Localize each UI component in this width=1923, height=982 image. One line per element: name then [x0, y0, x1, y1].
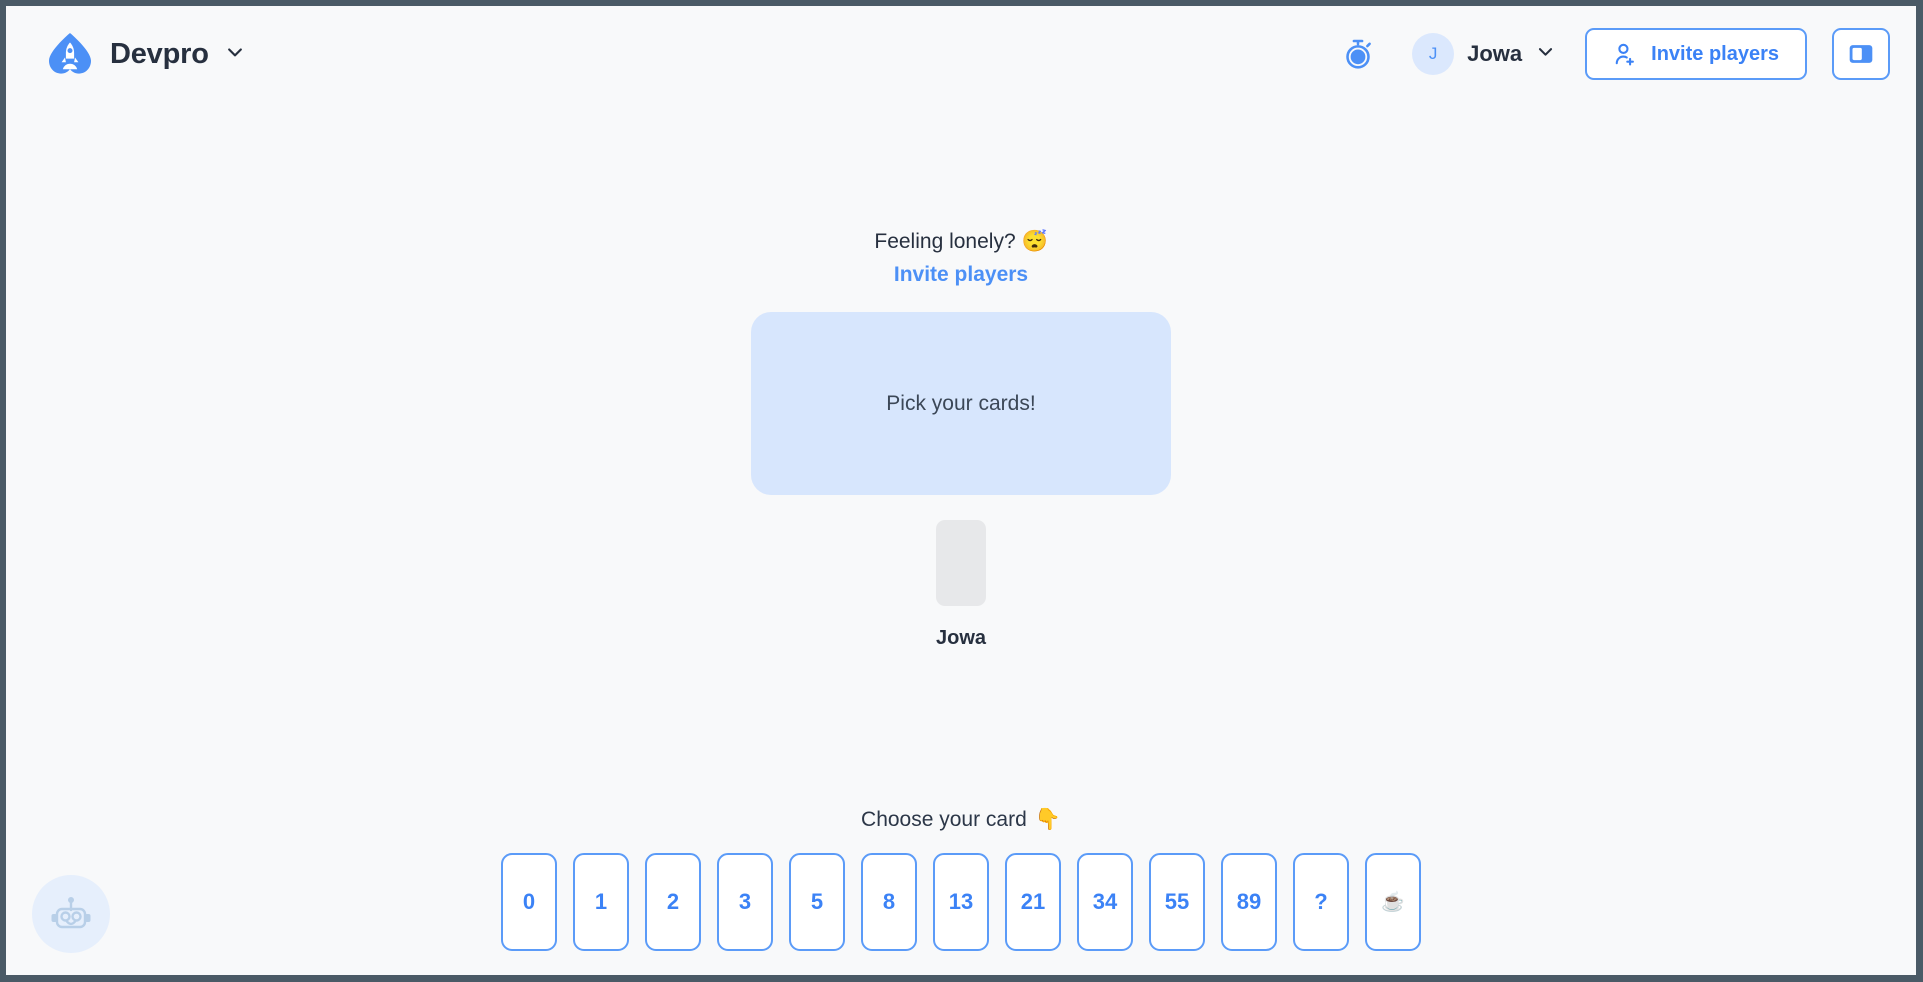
deck-card-8[interactable]: 8 — [861, 853, 917, 951]
player-name: Jowa — [935, 627, 987, 649]
pointing-down-emoji: 👇 — [1034, 808, 1061, 831]
lonely-message: Feeling lonely? 😴 — [874, 230, 1048, 253]
stopwatch-icon[interactable] — [1332, 28, 1384, 80]
deck-card-5[interactable]: 5 — [789, 853, 845, 951]
deck-card-2[interactable]: 2 — [645, 853, 701, 951]
robot-icon — [47, 890, 95, 938]
app-header: Devpro J Jowa Invite players — [6, 6, 1916, 102]
deck-card-55[interactable]: 55 — [1149, 853, 1205, 951]
bot-assistant-button[interactable] — [32, 875, 110, 953]
brand-menu[interactable]: Devpro — [46, 30, 245, 78]
players-row: Jowa — [6, 520, 1916, 650]
reveal-panel-text: Pick your cards! — [886, 391, 1036, 415]
deck-zone: Choose your card 👇 0 1 2 3 5 8 13 21 34 55 89? ☕ — [6, 808, 1916, 951]
user-menu[interactable]: J Jowa — [1412, 33, 1555, 75]
chevron-down-icon[interactable] — [225, 42, 245, 67]
header-actions: J Jowa Invite players — [1332, 28, 1890, 80]
brand-name: Devpro — [110, 37, 209, 70]
deck-prompt-label: Choose your card — [861, 808, 1027, 831]
user-add-icon — [1613, 42, 1638, 67]
invite-players-button-label: Invite players — [1651, 42, 1779, 65]
player-card-placeholder — [936, 520, 986, 606]
game-board: Feeling lonely? 😴 Invite players Pick yo… — [6, 102, 1916, 975]
deck-card-coffee[interactable]: ☕ — [1365, 853, 1421, 951]
lonely-block: Feeling lonely? 😴 Invite players — [6, 227, 1916, 287]
deck-card-3[interactable]: 3 — [717, 853, 773, 951]
deck-card-1[interactable]: 1 — [573, 853, 629, 951]
user-name: Jowa — [1467, 41, 1523, 66]
deck-card-13[interactable]: 13 — [933, 853, 989, 951]
sidebar-panel-icon — [1847, 40, 1875, 68]
invite-players-link[interactable]: Invite players — [894, 263, 1028, 287]
invite-players-button[interactable]: Invite players — [1585, 28, 1807, 80]
chevron-down-icon[interactable] — [1535, 42, 1555, 66]
deck-card-question[interactable]: ? — [1293, 853, 1349, 951]
app-window: Devpro J Jowa Invite players Feeling lon… — [6, 6, 1916, 975]
deck-prompt: Choose your card 👇 — [6, 808, 1916, 832]
deck-card-89[interactable]: 89 — [1221, 853, 1277, 951]
deck-card-34[interactable]: 34 — [1077, 853, 1133, 951]
deck-card-21[interactable]: 21 — [1005, 853, 1061, 951]
reveal-panel[interactable]: Pick your cards! — [751, 312, 1171, 495]
sidebar-panel-toggle-button[interactable] — [1832, 28, 1890, 80]
card-deck: 0 1 2 3 5 8 13 21 34 55 89? ☕ — [6, 853, 1916, 951]
player-seat: Jowa — [936, 520, 986, 650]
rocket-spade-logo-icon — [46, 30, 94, 78]
avatar: J — [1412, 33, 1455, 75]
deck-card-0[interactable]: 0 — [501, 853, 557, 951]
